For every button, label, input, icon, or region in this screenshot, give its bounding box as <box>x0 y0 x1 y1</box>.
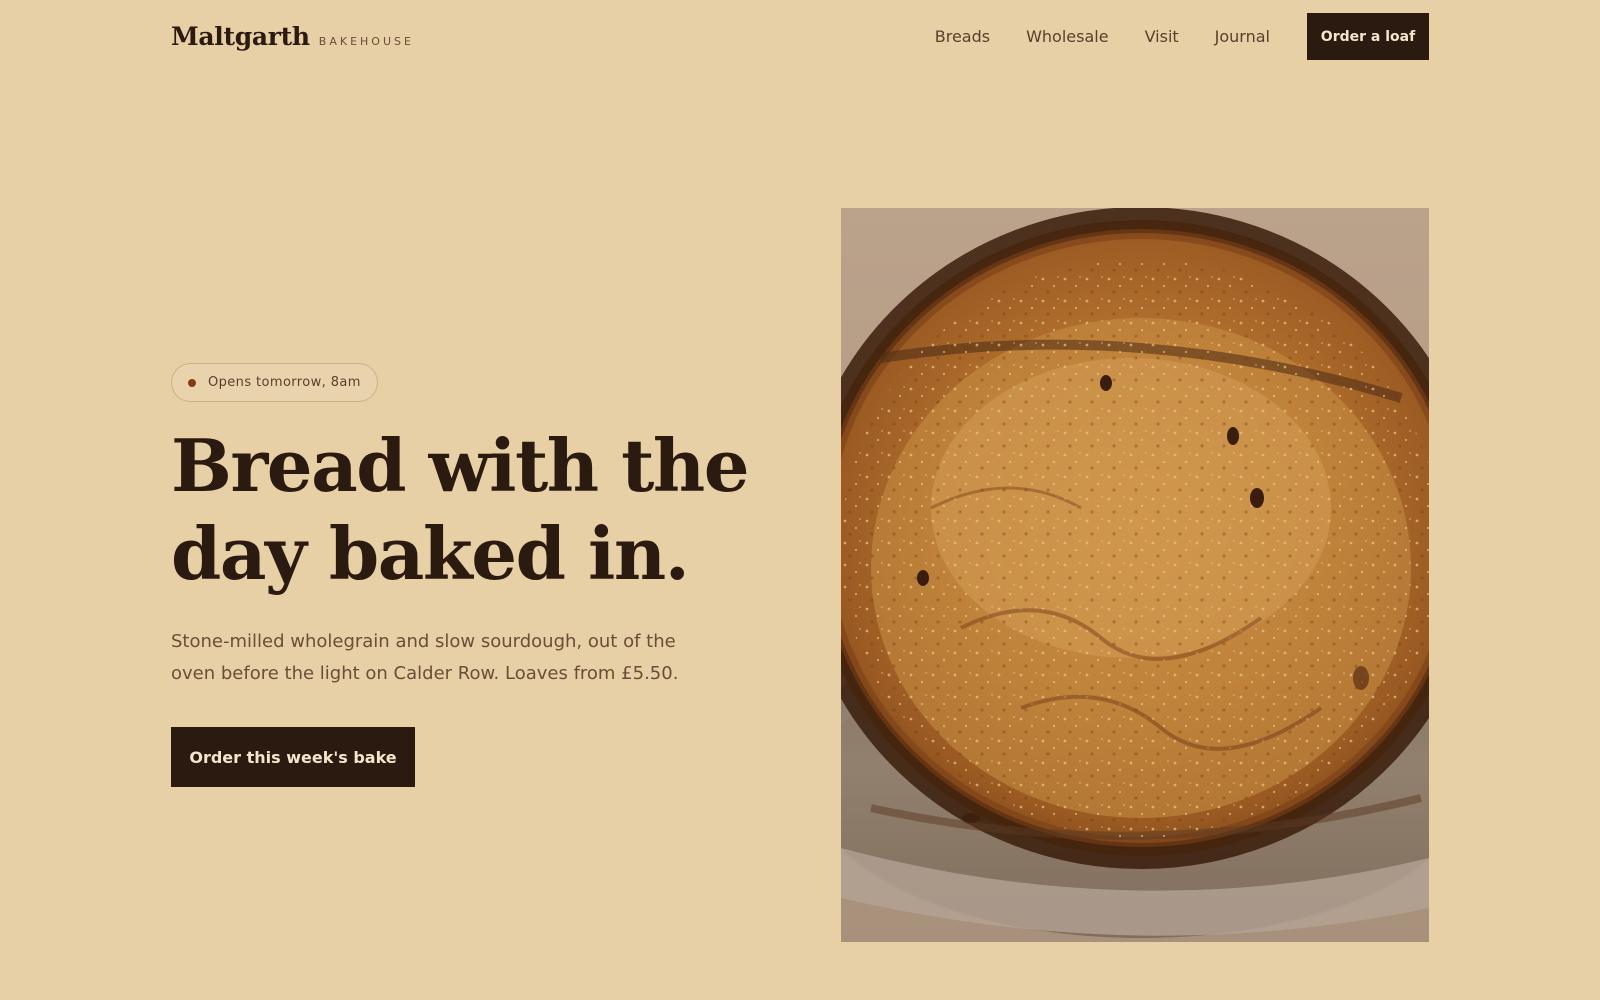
headline-line-1: Bread with the <box>171 423 750 508</box>
loaf-illustration <box>841 208 1429 942</box>
brand-tagline: BAKEHOUSE <box>318 35 414 48</box>
nav-link-wholesale[interactable]: Wholesale <box>1026 27 1108 46</box>
nav-link-breads[interactable]: Breads <box>935 27 990 46</box>
hero-copy: Opens tomorrow, 8am Bread with the day b… <box>171 363 771 787</box>
order-a-loaf-button[interactable]: Order a loaf <box>1307 13 1429 60</box>
headline-line-2: day baked in. <box>171 511 690 596</box>
status-badge: Opens tomorrow, 8am <box>171 363 378 402</box>
hero-headline: Bread with the day baked in. <box>171 422 771 598</box>
hero-description: Stone-milled wholegrain and slow sourdou… <box>171 631 679 684</box>
nav-link-visit[interactable]: Visit <box>1145 27 1179 46</box>
order-this-weeks-bake-button[interactable]: Order this week's bake <box>171 727 415 787</box>
status-dot-icon <box>188 378 196 387</box>
site-header: Maltgarth BAKEHOUSE Breads Wholesale Vis… <box>171 13 1429 60</box>
sourdough-loaf-image <box>841 208 1429 942</box>
brand-logo[interactable]: Maltgarth BAKEHOUSE <box>171 22 414 51</box>
main-nav: Breads Wholesale Visit Journal Order a l… <box>899 13 1429 60</box>
brand-name: Maltgarth <box>171 22 310 51</box>
nav-link-journal[interactable]: Journal <box>1215 27 1270 46</box>
status-text: Opens tomorrow, 8am <box>208 375 361 390</box>
